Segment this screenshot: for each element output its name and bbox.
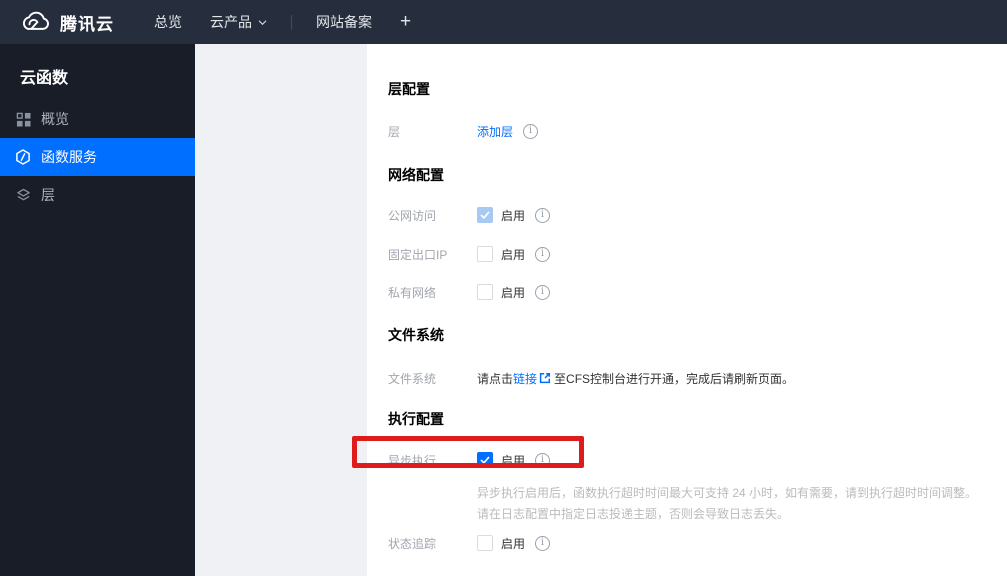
sidebar-item-layers[interactable]: 层: [0, 176, 195, 214]
cfs-console-link[interactable]: 链接: [513, 370, 537, 387]
async-execution-checkbox[interactable]: [477, 452, 493, 468]
private-network-row: 私有网络 启用 i: [388, 282, 551, 302]
info-icon[interactable]: i: [535, 246, 551, 262]
page: 腾讯云 总览 云产品 网站备案 + 云函数 概览 函数服务 层 层配置 层 添加…: [0, 0, 1007, 576]
filesystem-row: 文件系统 请点击 链接 至CFS控制台进行开通，完成后请刷新页面。: [388, 368, 794, 388]
async-execution-row: 异步执行 启用 i: [388, 450, 551, 470]
sidebar-item-label: 层: [41, 187, 55, 203]
nav-item-label: 云产品: [210, 14, 252, 30]
nav-item-website-registration[interactable]: 网站备案: [302, 0, 386, 44]
sidebar-item-overview[interactable]: 概览: [0, 100, 195, 138]
layer-row: 层 添加层 i: [388, 121, 539, 141]
chevron-down-icon: [258, 19, 267, 26]
field-label: 私有网络: [388, 285, 437, 300]
sidebar: 云函数 概览 函数服务 层: [0, 44, 195, 576]
section-heading-network-config: 网络配置: [388, 167, 444, 183]
field-label: 公网访问: [388, 208, 437, 223]
section-heading-filesystem: 文件系统: [388, 327, 444, 343]
sidebar-item-label: 函数服务: [41, 149, 97, 165]
tencent-cloud-logo-icon: [18, 10, 51, 34]
info-icon[interactable]: i: [535, 207, 551, 223]
field-label: 文件系统: [388, 371, 437, 386]
public-network-row: 公网访问 启用 i: [388, 205, 551, 225]
external-link-icon: [539, 372, 551, 384]
public-network-checkbox[interactable]: [477, 207, 493, 223]
field-label: 层: [388, 124, 401, 139]
enable-label: 启用: [501, 208, 526, 223]
private-network-checkbox[interactable]: [477, 284, 493, 300]
enable-label: 启用: [501, 453, 526, 468]
nav-item-label: 总览: [154, 14, 182, 30]
section-heading-layer-config: 层配置: [388, 81, 430, 97]
sidebar-title: 云函数: [20, 70, 69, 87]
filesystem-hint-prefix: 请点击: [477, 371, 514, 386]
info-icon[interactable]: i: [535, 284, 551, 300]
description-line: 请在日志配置中指定日志投递主题，否则会导致日志丢失。: [477, 507, 790, 521]
status-trace-checkbox[interactable]: [477, 535, 493, 551]
info-icon[interactable]: i: [535, 452, 551, 468]
brand-link[interactable]: 腾讯云: [18, 10, 114, 35]
sidebar-menu: 概览 函数服务 层: [0, 100, 195, 214]
status-trace-row: 状态追踪 启用 i: [388, 533, 551, 553]
info-icon[interactable]: i: [523, 123, 539, 139]
enable-label: 启用: [501, 285, 526, 300]
filesystem-hint-suffix: 至CFS控制台进行开通，完成后请刷新页面。: [554, 371, 795, 386]
sidebar-item-function-service[interactable]: 函数服务: [0, 138, 195, 176]
add-tab-button[interactable]: +: [386, 11, 425, 33]
enable-label: 启用: [501, 536, 526, 551]
nav-item-overview[interactable]: 总览: [140, 0, 196, 44]
field-label: 状态追踪: [388, 536, 437, 551]
field-label: 异步执行: [388, 453, 437, 468]
top-navbar: 腾讯云 总览 云产品 网站备案 +: [0, 0, 1007, 44]
fixed-outbound-ip-checkbox[interactable]: [477, 246, 493, 262]
nav-items: 总览 云产品 网站备案 +: [140, 0, 425, 44]
field-label: 固定出口IP: [388, 247, 448, 262]
add-layer-link[interactable]: 添加层: [477, 123, 513, 140]
description-line: 异步执行启用后，函数执行超时时间最大可支持 24 小时，如有需要，请到执行超时时…: [477, 486, 978, 500]
enable-label: 启用: [501, 247, 526, 262]
async-execution-description: 异步执行启用后，函数执行超时时间最大可支持 24 小时，如有需要，请到执行超时时…: [477, 483, 977, 525]
info-icon[interactable]: i: [535, 535, 551, 551]
nav-divider: [291, 14, 292, 30]
fixed-outbound-ip-row: 固定出口IP 启用 i: [388, 244, 551, 264]
nav-item-label: 网站备案: [316, 14, 372, 30]
grid-icon: [15, 111, 31, 127]
brand-name: 腾讯云: [60, 14, 114, 34]
layers-icon: [15, 187, 31, 203]
nav-item-cloud-products[interactable]: 云产品: [196, 0, 281, 44]
sidebar-item-label: 概览: [41, 111, 69, 127]
hexagon-function-icon: [15, 149, 31, 165]
section-heading-execution-config: 执行配置: [388, 411, 444, 427]
